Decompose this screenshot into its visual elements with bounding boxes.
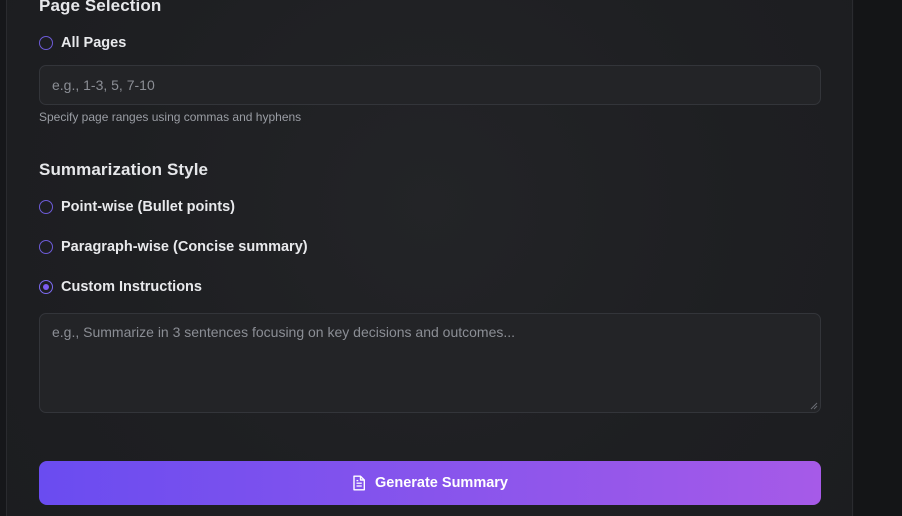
app-viewport: Page Selection All Pages e.g., 1-3, 5, 7… [0, 0, 902, 516]
resize-handle-icon[interactable] [810, 402, 818, 410]
custom-instructions-label: Custom Instructions [61, 279, 202, 295]
summarization-style-title: Summarization Style [39, 160, 209, 179]
style-option-paragraph-wise[interactable]: Paragraph-wise (Concise summary) [39, 237, 308, 257]
paragraph-wise-label: Paragraph-wise (Concise summary) [61, 239, 308, 255]
all-pages-radio[interactable] [39, 36, 53, 50]
generate-summary-button[interactable]: Generate Summary [39, 461, 821, 505]
point-wise-radio[interactable] [39, 200, 53, 214]
page-margin [854, 0, 902, 516]
page-range-hint: Specify page ranges using commas and hyp… [39, 110, 302, 124]
page-range-input[interactable]: e.g., 1-3, 5, 7-10 [39, 65, 821, 105]
all-pages-label: All Pages [61, 35, 127, 51]
generate-summary-label: Generate Summary [375, 475, 508, 491]
custom-instructions-placeholder: e.g., Summarize in 3 sentences focusing … [52, 324, 516, 340]
point-wise-label: Point-wise (Bullet points) [61, 199, 235, 215]
page-selection-title: Page Selection [39, 0, 162, 15]
custom-instructions-radio[interactable] [39, 280, 53, 294]
paragraph-wise-radio[interactable] [39, 240, 53, 254]
custom-instructions-textarea[interactable]: e.g., Summarize in 3 sentences focusing … [39, 313, 821, 413]
document-icon [353, 475, 365, 491]
style-option-custom-instructions[interactable]: Custom Instructions [39, 277, 202, 297]
style-option-point-wise[interactable]: Point-wise (Bullet points) [39, 197, 235, 217]
page-range-placeholder: e.g., 1-3, 5, 7-10 [52, 77, 155, 93]
all-pages-radio-option[interactable]: All Pages [39, 33, 126, 53]
